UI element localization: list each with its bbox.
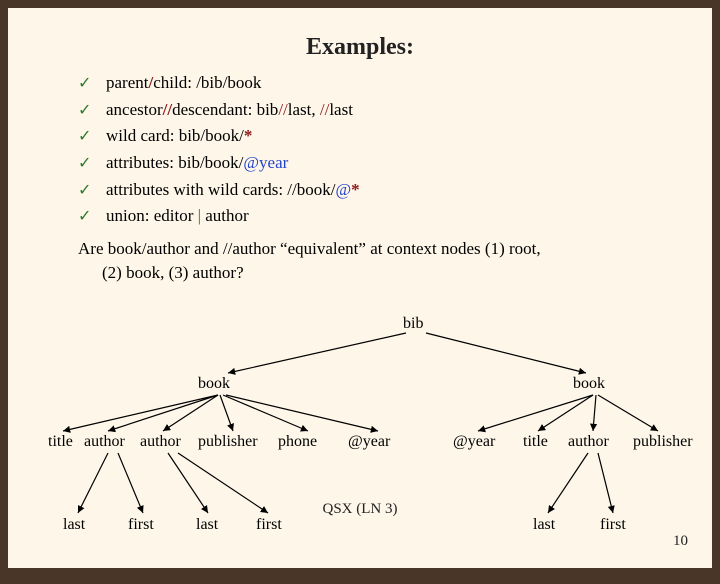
bullet-text: attributes: bib/book/@year (106, 153, 288, 172)
tree-node-book-right: book (573, 375, 605, 393)
tree-leaf: first (128, 516, 154, 534)
tree-leaf: last (63, 516, 85, 534)
check-icon: ✓ (78, 205, 91, 228)
slide-number: 10 (673, 533, 688, 550)
bullet-item: ✓ parent/child: /bib/book (78, 71, 672, 96)
bullet-text: parent/child: /bib/book (106, 73, 261, 92)
slide: Examples: ✓ parent/child: /bib/book ✓ an… (8, 8, 712, 568)
tree-leaf: last (196, 516, 218, 534)
tree-leaf: last (533, 516, 555, 534)
bullet-item: ✓ wild card: bib/book/* (78, 124, 672, 149)
tree-node: author (84, 433, 125, 451)
check-icon: ✓ (78, 125, 91, 148)
slide-title: Examples: (8, 8, 712, 67)
bullet-item: ✓ attributes with wild cards: //book/@* (78, 178, 672, 203)
tree-node: phone (278, 433, 317, 451)
check-icon: ✓ (78, 179, 91, 202)
check-icon: ✓ (78, 99, 91, 122)
tree-node: @year (453, 433, 495, 451)
tree-node: author (140, 433, 181, 451)
tree-node: author (568, 433, 609, 451)
bullet-text: union: editor | author (106, 206, 249, 225)
bullet-text: ancestor//descendant: bib//last, //last (106, 100, 353, 119)
bullet-item: ✓ ancestor//descendant: bib//last, //las… (78, 98, 672, 123)
question-text: Are book/author and //author “equivalent… (78, 237, 672, 286)
bullet-item: ✓ attributes: bib/book/@year (78, 151, 672, 176)
footer-text: QSX (LN 3) (323, 501, 398, 518)
tree-node: publisher (633, 433, 693, 451)
tree-leaf: first (256, 516, 282, 534)
bullet-text: wild card: bib/book/* (106, 126, 252, 145)
tree-leaf: first (600, 516, 626, 534)
bullet-item: ✓ union: editor | author (78, 204, 672, 229)
tree-node: title (523, 433, 548, 451)
tree-node-root: bib (403, 315, 423, 333)
tree-node: title (48, 433, 73, 451)
tree-diagram: bib book book title author author publis… (8, 313, 712, 563)
tree-node: @year (348, 433, 390, 451)
bullet-text: attributes with wild cards: //book/@* (106, 180, 360, 199)
tree-node: publisher (198, 433, 258, 451)
check-icon: ✓ (78, 72, 91, 95)
bullet-list: ✓ parent/child: /bib/book ✓ ancestor//de… (78, 71, 672, 229)
check-icon: ✓ (78, 152, 91, 175)
tree-node-book-left: book (198, 375, 230, 393)
